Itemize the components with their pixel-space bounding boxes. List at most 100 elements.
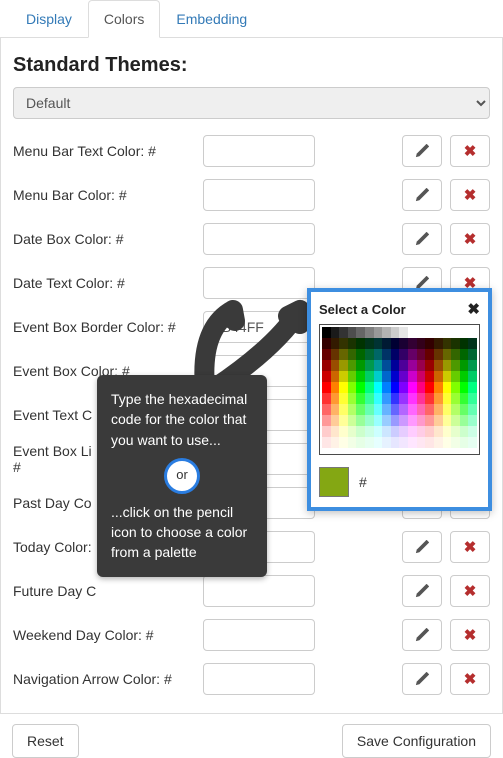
color-swatch[interactable] <box>382 371 391 382</box>
color-swatch[interactable] <box>399 415 408 426</box>
color-swatch[interactable] <box>425 338 434 349</box>
color-swatch[interactable] <box>322 415 331 426</box>
color-swatch[interactable] <box>451 404 460 415</box>
color-swatch[interactable] <box>391 437 400 448</box>
color-swatch[interactable] <box>348 426 357 437</box>
color-swatch[interactable] <box>331 415 340 426</box>
color-swatch[interactable] <box>443 382 452 393</box>
edit-color-button[interactable] <box>402 575 442 607</box>
color-swatch[interactable] <box>374 393 383 404</box>
color-swatch[interactable] <box>451 371 460 382</box>
color-swatch[interactable] <box>408 382 417 393</box>
color-swatch[interactable] <box>348 327 357 338</box>
color-swatch[interactable] <box>425 404 434 415</box>
color-swatch[interactable] <box>408 415 417 426</box>
color-swatch[interactable] <box>408 360 417 371</box>
color-swatch[interactable] <box>382 349 391 360</box>
color-swatch[interactable] <box>348 360 357 371</box>
color-swatch[interactable] <box>322 349 331 360</box>
color-swatch[interactable] <box>468 382 477 393</box>
clear-color-button[interactable]: ✖ <box>450 135 490 167</box>
color-swatch[interactable] <box>374 360 383 371</box>
color-swatch[interactable] <box>468 371 477 382</box>
color-swatch[interactable] <box>331 360 340 371</box>
color-swatch[interactable] <box>356 327 365 338</box>
clear-color-button[interactable]: ✖ <box>450 663 490 695</box>
color-swatch[interactable] <box>434 338 443 349</box>
color-swatch[interactable] <box>417 393 426 404</box>
color-swatch[interactable] <box>365 360 374 371</box>
color-swatch[interactable] <box>460 426 469 437</box>
color-swatch[interactable] <box>425 426 434 437</box>
color-swatch[interactable] <box>399 371 408 382</box>
color-swatch[interactable] <box>339 371 348 382</box>
color-swatch[interactable] <box>365 327 374 338</box>
color-swatch[interactable] <box>468 327 477 338</box>
color-swatch[interactable] <box>434 404 443 415</box>
color-swatch[interactable] <box>391 415 400 426</box>
color-swatch[interactable] <box>391 360 400 371</box>
color-swatch[interactable] <box>382 338 391 349</box>
color-swatch[interactable] <box>374 426 383 437</box>
clear-color-button[interactable]: ✖ <box>450 179 490 211</box>
color-swatch[interactable] <box>408 426 417 437</box>
color-swatch[interactable] <box>460 338 469 349</box>
color-swatch[interactable] <box>399 349 408 360</box>
color-swatch[interactable] <box>468 415 477 426</box>
color-swatch[interactable] <box>443 404 452 415</box>
color-swatch[interactable] <box>374 437 383 448</box>
color-swatch[interactable] <box>425 393 434 404</box>
edit-color-button[interactable] <box>402 663 442 695</box>
color-swatch[interactable] <box>417 327 426 338</box>
color-swatch[interactable] <box>417 360 426 371</box>
color-swatch[interactable] <box>339 349 348 360</box>
color-swatch[interactable] <box>460 327 469 338</box>
color-swatch[interactable] <box>348 404 357 415</box>
color-swatch[interactable] <box>365 338 374 349</box>
tab-colors[interactable]: Colors <box>88 0 160 38</box>
color-swatch[interactable] <box>391 338 400 349</box>
color-swatch[interactable] <box>339 360 348 371</box>
color-swatch[interactable] <box>451 426 460 437</box>
color-swatch[interactable] <box>399 338 408 349</box>
color-swatch[interactable] <box>460 404 469 415</box>
color-swatch[interactable] <box>322 426 331 437</box>
color-swatch[interactable] <box>374 327 383 338</box>
color-swatch[interactable] <box>399 382 408 393</box>
hex-input[interactable] <box>203 575 315 607</box>
color-swatch[interactable] <box>468 404 477 415</box>
color-swatch[interactable] <box>434 349 443 360</box>
color-swatch[interactable] <box>468 437 477 448</box>
color-swatch[interactable] <box>356 437 365 448</box>
color-swatch[interactable] <box>434 360 443 371</box>
color-swatch[interactable] <box>443 415 452 426</box>
color-swatch[interactable] <box>356 338 365 349</box>
color-swatch[interactable] <box>408 371 417 382</box>
hex-input[interactable] <box>203 663 315 695</box>
color-swatch[interactable] <box>356 404 365 415</box>
color-swatch[interactable] <box>391 327 400 338</box>
color-swatch[interactable] <box>365 437 374 448</box>
color-swatch[interactable] <box>391 349 400 360</box>
color-swatch[interactable] <box>339 382 348 393</box>
color-swatch[interactable] <box>443 426 452 437</box>
color-swatch[interactable] <box>408 437 417 448</box>
color-swatch[interactable] <box>348 371 357 382</box>
edit-color-button[interactable] <box>402 223 442 255</box>
color-swatch[interactable] <box>434 371 443 382</box>
color-swatch[interactable] <box>322 360 331 371</box>
color-swatch[interactable] <box>468 426 477 437</box>
color-swatch[interactable] <box>331 437 340 448</box>
color-swatch[interactable] <box>382 404 391 415</box>
color-swatch[interactable] <box>460 360 469 371</box>
color-swatch[interactable] <box>322 338 331 349</box>
color-swatch[interactable] <box>365 404 374 415</box>
color-swatch[interactable] <box>382 426 391 437</box>
color-swatch[interactable] <box>391 393 400 404</box>
color-swatch[interactable] <box>322 327 331 338</box>
color-swatch[interactable] <box>356 349 365 360</box>
edit-color-button[interactable] <box>402 179 442 211</box>
color-swatch[interactable] <box>365 382 374 393</box>
color-swatch[interactable] <box>460 415 469 426</box>
color-swatch[interactable] <box>374 371 383 382</box>
